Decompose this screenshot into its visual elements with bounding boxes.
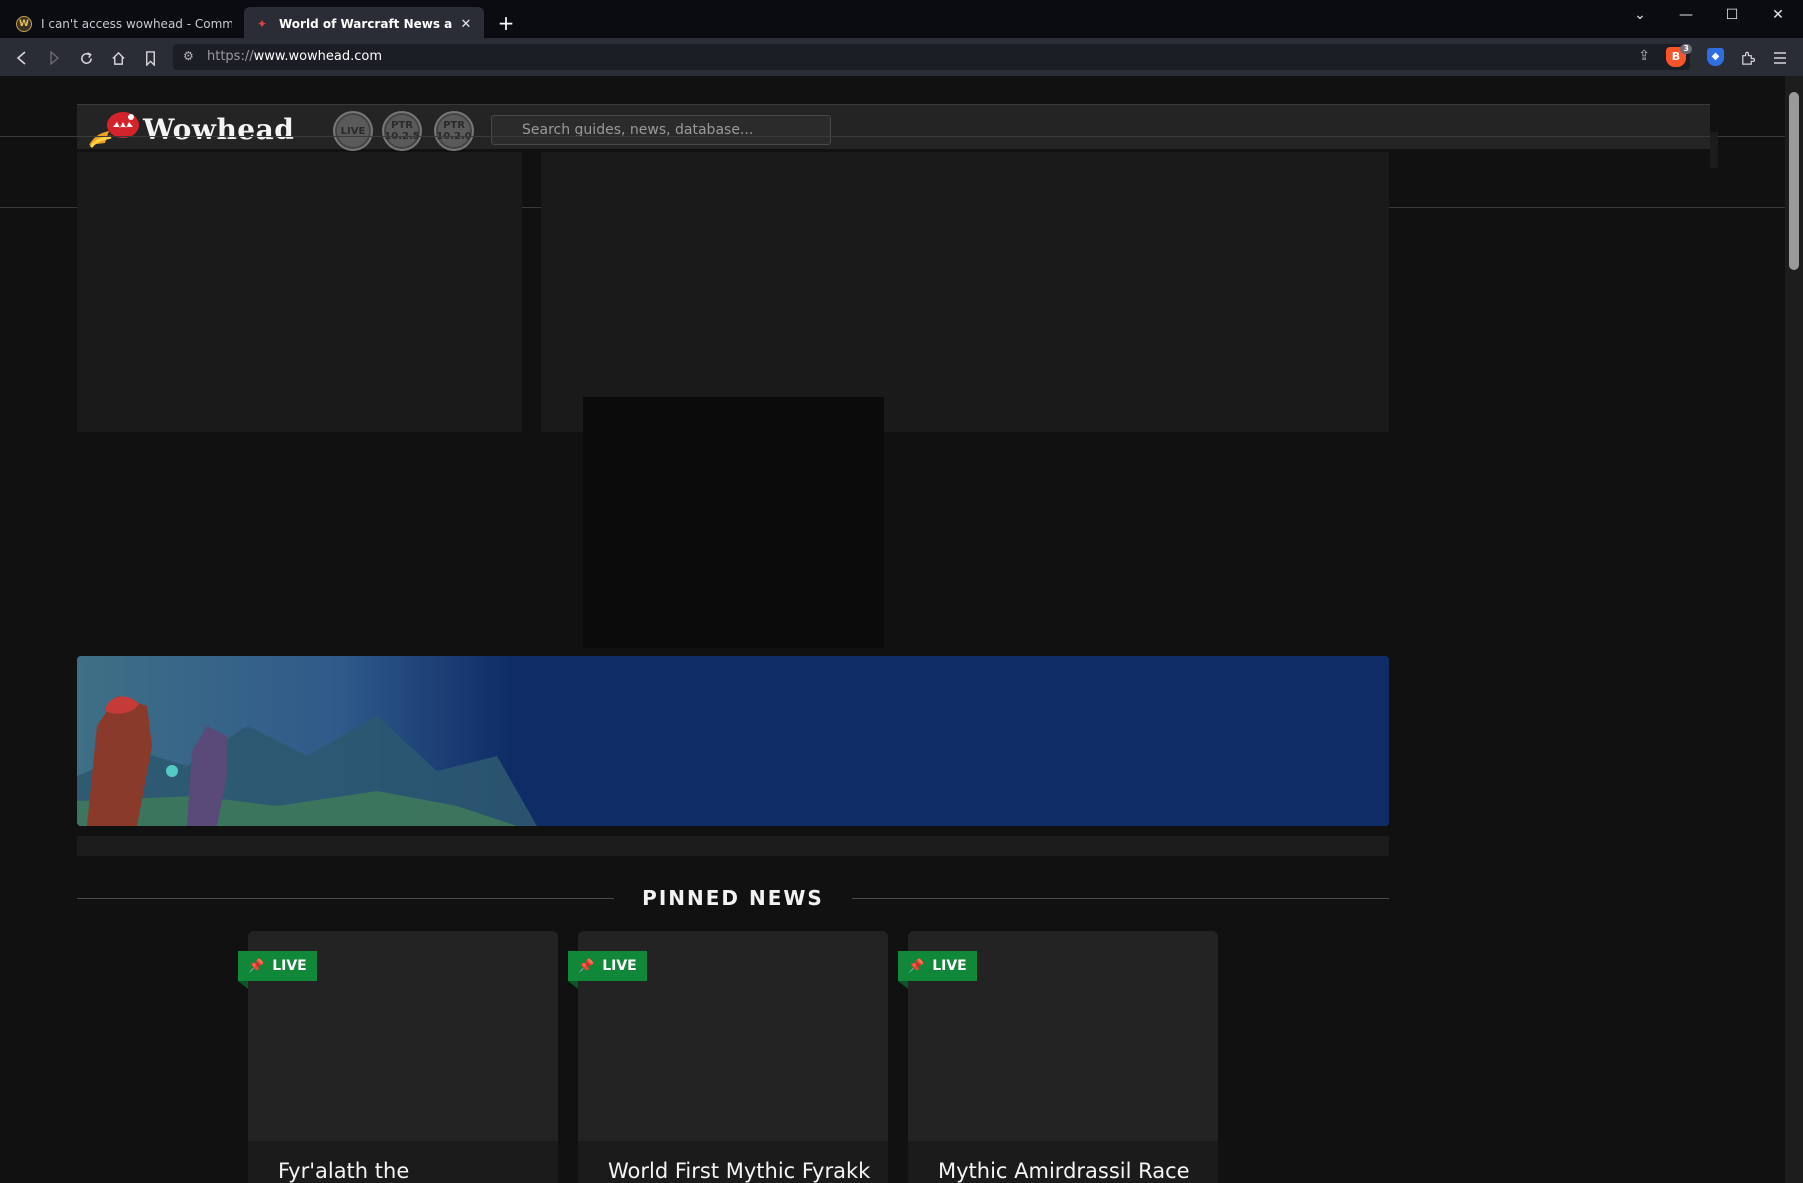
blocked-count: 3 [1680, 44, 1692, 54]
forward-button[interactable] [42, 46, 66, 70]
menu-icon[interactable] [1768, 46, 1792, 70]
extensions-icon[interactable] [1735, 46, 1759, 70]
maximize-button[interactable]: ☐ [1709, 0, 1755, 30]
web-page: Wowhead LIVE PTR 10.2.5 PTR 10.2.0 Searc… [0, 76, 1785, 1183]
featured-placeholder [541, 152, 1389, 432]
section-rule [852, 898, 1389, 899]
nav-scroll-handle[interactable] [1710, 132, 1718, 168]
page-scrollbar[interactable] [1785, 76, 1803, 1183]
pinned-news-heading: PINNED NEWS [642, 886, 824, 910]
ad-slot [583, 397, 884, 648]
wow-icon: W [16, 16, 32, 32]
news-card[interactable]: 📌 LIVE Fyr'alath the [238, 931, 558, 1183]
live-badge: 📌 LIVE [238, 951, 317, 981]
site-header: Wowhead LIVE PTR 10.2.5 PTR 10.2.0 Searc… [77, 104, 1710, 151]
pin-icon: 📌 [908, 958, 925, 974]
section-rule [77, 898, 614, 899]
new-tab-button[interactable]: + [494, 12, 518, 36]
wowhead-icon: ✦ [256, 17, 268, 31]
site-info-icon[interactable]: ⚙ [183, 49, 194, 63]
tab-wowhead[interactable]: ✦ World of Warcraft News and Gui ✕ [244, 7, 484, 41]
news-card-title[interactable]: Fyr'alath the [278, 1159, 409, 1183]
news-card[interactable]: 📌 LIVE World First Mythic Fyrakk [568, 931, 888, 1183]
tab-title: I can't access wowhead - Community [41, 17, 232, 31]
wowhead-logo-icon [87, 109, 139, 149]
close-tab-icon[interactable]: ✕ [458, 17, 474, 32]
minimize-button[interactable]: — [1663, 0, 1709, 30]
scrollbar-thumb[interactable] [1789, 92, 1799, 270]
brave-shields-icon[interactable]: B3 [1666, 44, 1692, 67]
news-card-title[interactable]: World First Mythic Fyrakk [608, 1159, 870, 1183]
news-card-title[interactable]: Mythic Amirdrassil Race [938, 1159, 1190, 1183]
bitwarden-icon[interactable]: ◆ [1707, 48, 1724, 66]
reload-button[interactable] [74, 46, 98, 70]
nav-divider [0, 136, 1785, 137]
badge-fold [898, 981, 908, 989]
version-ptr-1020-button[interactable]: PTR 10.2.0 [434, 111, 474, 151]
version-live-button[interactable]: LIVE [333, 111, 373, 151]
address-bar[interactable]: ⚙ https://www.wowhead.com ⇪ [173, 44, 1690, 70]
url-text: https://www.wowhead.com [207, 49, 383, 64]
share-icon[interactable]: ⇪ [1638, 48, 1650, 64]
badge-fold [568, 981, 578, 989]
banner-subbar [77, 836, 1389, 856]
bookmark-button[interactable] [138, 46, 162, 70]
browser-toolbar: ⚙ https://www.wowhead.com ⇪ B3 ◆ [0, 38, 1803, 76]
tab-title: World of Warcraft News and Gui [279, 17, 452, 31]
live-badge: 📌 LIVE [568, 951, 647, 981]
hero-artwork [77, 656, 1389, 826]
news-card[interactable]: 📌 LIVE Mythic Amirdrassil Race [898, 931, 1218, 1183]
pin-icon: 📌 [248, 958, 265, 974]
sidebar-placeholder [77, 152, 522, 432]
pin-icon: 📌 [578, 958, 595, 974]
home-button[interactable] [106, 46, 130, 70]
tab-community[interactable]: W I can't access wowhead - Community [6, 7, 242, 41]
tab-list-icon[interactable]: ⌄ [1617, 0, 1663, 30]
close-window-button[interactable]: ✕ [1755, 0, 1801, 30]
live-badge: 📌 LIVE [898, 951, 977, 981]
wowhead-logo-text: Wowhead [143, 112, 295, 146]
tab-bar: W I can't access wowhead - Community ✦ W… [0, 0, 1803, 43]
version-ptr-1025-button[interactable]: PTR 10.2.5 [382, 111, 422, 151]
badge-fold [238, 981, 248, 989]
site-search-input[interactable]: Search guides, news, database... [491, 115, 831, 145]
hero-banner[interactable] [77, 656, 1389, 826]
back-button[interactable] [10, 46, 34, 70]
wowhead-logo[interactable]: Wowhead [87, 109, 294, 149]
